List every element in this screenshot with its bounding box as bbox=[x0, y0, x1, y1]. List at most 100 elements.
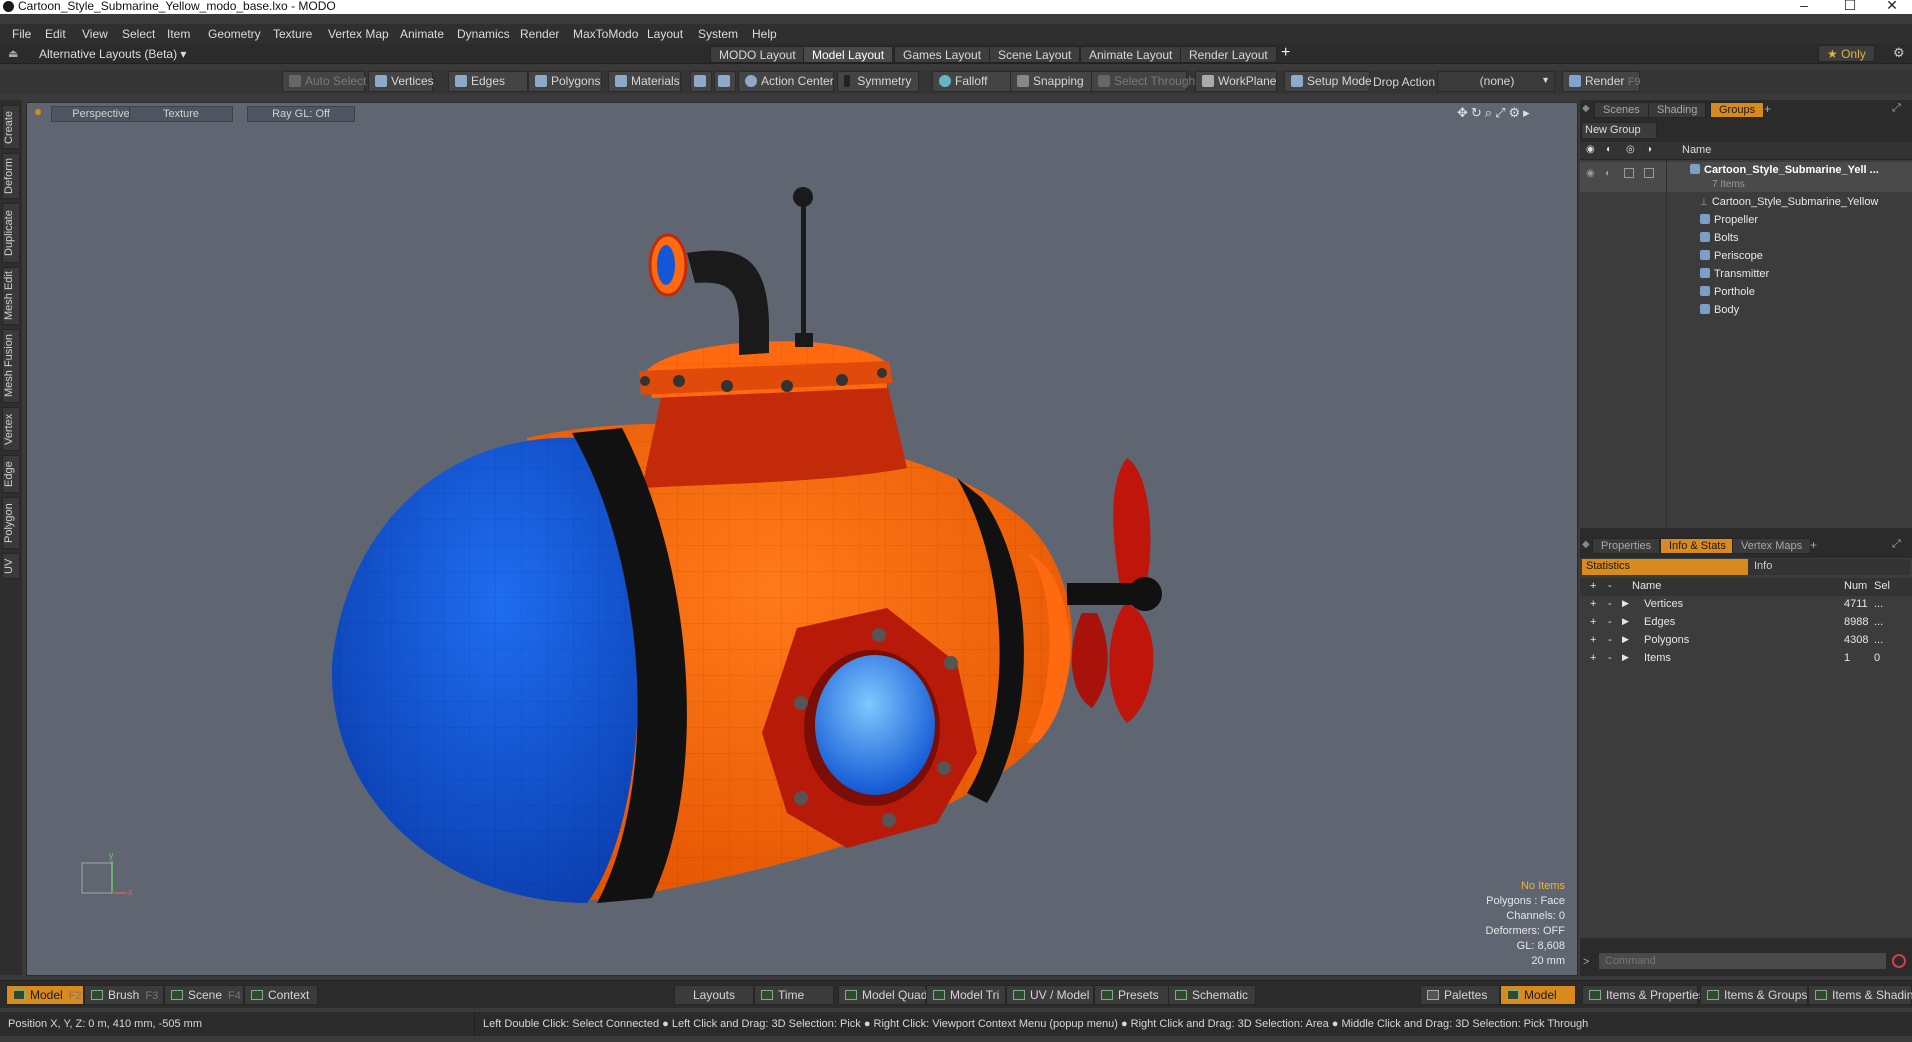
collapse-icon[interactable]: ⏏ bbox=[8, 47, 18, 60]
new-group-button[interactable]: New Group bbox=[1581, 122, 1657, 139]
menu-geometry[interactable]: Geometry bbox=[208, 27, 261, 41]
row-remove-icon[interactable]: - bbox=[1608, 598, 1612, 610]
expand-arrow-icon[interactable]: ▶ bbox=[1622, 616, 1629, 627]
render-vis-icon[interactable]: ◑ bbox=[1646, 144, 1652, 155]
tab-info-stats[interactable]: Info & Stats bbox=[1660, 538, 1735, 554]
model-quad-button[interactable]: Model Quad bbox=[838, 985, 927, 1005]
gear-icon[interactable]: ⚙ bbox=[1893, 45, 1905, 61]
render-button[interactable]: Render F9 bbox=[1562, 71, 1641, 92]
group-select-checkbox[interactable] bbox=[1624, 168, 1634, 178]
row-add-icon[interactable]: + bbox=[1590, 616, 1596, 628]
group-render-checkbox[interactable] bbox=[1644, 168, 1654, 178]
table-row[interactable]: + - ▶ Items 1 0 bbox=[1580, 650, 1912, 668]
list-item[interactable]: Body bbox=[1580, 302, 1912, 320]
tab-games-layout[interactable]: Games Layout bbox=[894, 46, 991, 63]
model-tab-button[interactable]: Model bbox=[1500, 985, 1576, 1005]
model-tri-button[interactable]: Model Tri bbox=[926, 985, 1006, 1005]
expand-arrow-icon[interactable]: ▶ bbox=[1622, 634, 1629, 645]
eye-icon[interactable]: ◉ bbox=[1586, 144, 1595, 155]
presets-button[interactable]: Presets bbox=[1094, 985, 1174, 1005]
workplane-button[interactable]: WorkPlane bbox=[1195, 71, 1277, 92]
scene-mode-button[interactable]: Scene F4 bbox=[164, 985, 244, 1005]
auto-select-button[interactable]: Auto Select bbox=[282, 71, 366, 92]
vtab-edge[interactable]: Edge bbox=[2, 455, 20, 493]
list-item[interactable]: ⊥ Cartoon_Style_Submarine_Yellow bbox=[1580, 194, 1912, 212]
palettes-button[interactable]: Palettes bbox=[1420, 985, 1500, 1005]
tab-scenes[interactable]: Scenes bbox=[1594, 102, 1649, 118]
minimize-button[interactable]: – bbox=[1784, 0, 1824, 13]
panel-menu-icon[interactable]: ◆ bbox=[1582, 539, 1590, 550]
menu-help[interactable]: Help bbox=[752, 27, 777, 41]
menu-dynamics[interactable]: Dynamics bbox=[457, 27, 510, 41]
context-mode-button[interactable]: Context bbox=[244, 985, 318, 1005]
expand-arrow-icon[interactable]: ▶ bbox=[1622, 652, 1629, 663]
vtab-deform[interactable]: Deform bbox=[2, 153, 20, 199]
tab-shading[interactable]: Shading bbox=[1648, 102, 1707, 118]
list-item[interactable]: Transmitter bbox=[1580, 266, 1912, 284]
lock-icon[interactable]: ◐ bbox=[1606, 144, 1612, 155]
record-icon[interactable] bbox=[1892, 954, 1906, 968]
vertices-button[interactable]: Vertices bbox=[368, 71, 434, 92]
expand-icon[interactable]: ⤢ bbox=[1892, 102, 1901, 115]
group-eye-icon[interactable]: ◉ bbox=[1586, 168, 1595, 179]
vtab-uv[interactable]: UV bbox=[2, 553, 20, 579]
materials-button[interactable]: Materials bbox=[608, 71, 681, 92]
add-tab-button[interactable]: + bbox=[1810, 538, 1817, 552]
close-button[interactable]: ✕ bbox=[1872, 0, 1912, 14]
menu-file[interactable]: File bbox=[12, 27, 31, 41]
drop-action-select[interactable]: (none) ▼ bbox=[1437, 71, 1555, 92]
menu-select[interactable]: Select bbox=[122, 27, 155, 41]
list-item[interactable]: Bolts bbox=[1580, 230, 1912, 248]
tab-modo-layout[interactable]: MODO Layout bbox=[710, 46, 805, 63]
falloff-button[interactable]: Falloff bbox=[932, 71, 1018, 92]
expand-all-icon[interactable]: + bbox=[1590, 580, 1596, 592]
menu-item[interactable]: Item bbox=[167, 27, 190, 41]
tab-properties[interactable]: Properties bbox=[1592, 538, 1661, 554]
panel-menu-icon[interactable]: ◆ bbox=[1582, 103, 1590, 114]
select-icon[interactable]: ◎ bbox=[1626, 144, 1635, 155]
menu-render[interactable]: Render bbox=[520, 27, 559, 41]
command-input[interactable] bbox=[1598, 952, 1887, 970]
vtab-create[interactable]: Create bbox=[2, 105, 20, 149]
schematic-button[interactable]: Schematic bbox=[1168, 985, 1256, 1005]
vtab-mesh-edit[interactable]: Mesh Edit bbox=[2, 267, 20, 325]
model-mode-button[interactable]: Model F2 bbox=[6, 985, 84, 1005]
uv-model-button[interactable]: UV / Model bbox=[1006, 985, 1094, 1005]
subtab-statistics[interactable]: Statistics bbox=[1582, 559, 1748, 575]
table-row[interactable]: + - ▶ Vertices 4711 ... bbox=[1580, 596, 1912, 614]
setup-mode-button[interactable]: Setup Mode bbox=[1284, 71, 1372, 92]
layouts-button[interactable]: Layouts bbox=[674, 985, 754, 1005]
add-tab-button[interactable]: + bbox=[1764, 102, 1771, 116]
tab-render-layout[interactable]: Render Layout bbox=[1180, 46, 1277, 63]
snapping-button[interactable]: Snapping bbox=[1010, 71, 1092, 92]
items-shading-button[interactable]: Items & Shading bbox=[1808, 985, 1912, 1005]
list-item[interactable]: Porthole bbox=[1580, 284, 1912, 302]
row-add-icon[interactable]: + bbox=[1590, 634, 1596, 646]
vtab-mesh-fusion[interactable]: Mesh Fusion bbox=[2, 329, 20, 403]
brush-mode-button[interactable]: Brush F3 bbox=[84, 985, 164, 1005]
select-through-button[interactable]: Select Through bbox=[1091, 71, 1195, 92]
vtab-duplicate[interactable]: Duplicate bbox=[2, 203, 20, 263]
items-properties-button[interactable]: Items & Properties bbox=[1582, 985, 1705, 1005]
menu-view[interactable]: View bbox=[82, 27, 108, 41]
table-row[interactable]: + - ▶ Polygons 4308 ... bbox=[1580, 632, 1912, 650]
tab-animate-layout[interactable]: Animate Layout bbox=[1080, 46, 1182, 63]
menu-maxtomodo[interactable]: MaxToModo bbox=[573, 27, 638, 41]
tab-groups[interactable]: Groups bbox=[1710, 102, 1765, 118]
symmetry-button[interactable]: Symmetry bbox=[837, 71, 919, 92]
tab-vertex-maps[interactable]: Vertex Maps bbox=[1732, 538, 1812, 554]
menu-texture[interactable]: Texture bbox=[273, 27, 312, 41]
shield-lock-button[interactable] bbox=[714, 71, 736, 92]
time-button[interactable]: Time bbox=[754, 985, 834, 1005]
row-add-icon[interactable]: + bbox=[1590, 652, 1596, 664]
menu-system[interactable]: System bbox=[698, 27, 738, 41]
expand-arrow-icon[interactable]: ▶ bbox=[1622, 598, 1629, 609]
row-add-icon[interactable]: + bbox=[1590, 598, 1596, 610]
vtab-vertex[interactable]: Vertex bbox=[2, 407, 20, 451]
row-remove-icon[interactable]: - bbox=[1608, 616, 1612, 628]
symmetry-shield-button[interactable] bbox=[690, 71, 712, 92]
menu-edit[interactable]: Edit bbox=[45, 27, 66, 41]
menu-animate[interactable]: Animate bbox=[400, 27, 444, 41]
table-row[interactable]: + - ▶ Edges 8988 ... bbox=[1580, 614, 1912, 632]
alternative-layouts-dropdown[interactable]: Alternative Layouts (Beta) ▾ bbox=[39, 47, 186, 61]
